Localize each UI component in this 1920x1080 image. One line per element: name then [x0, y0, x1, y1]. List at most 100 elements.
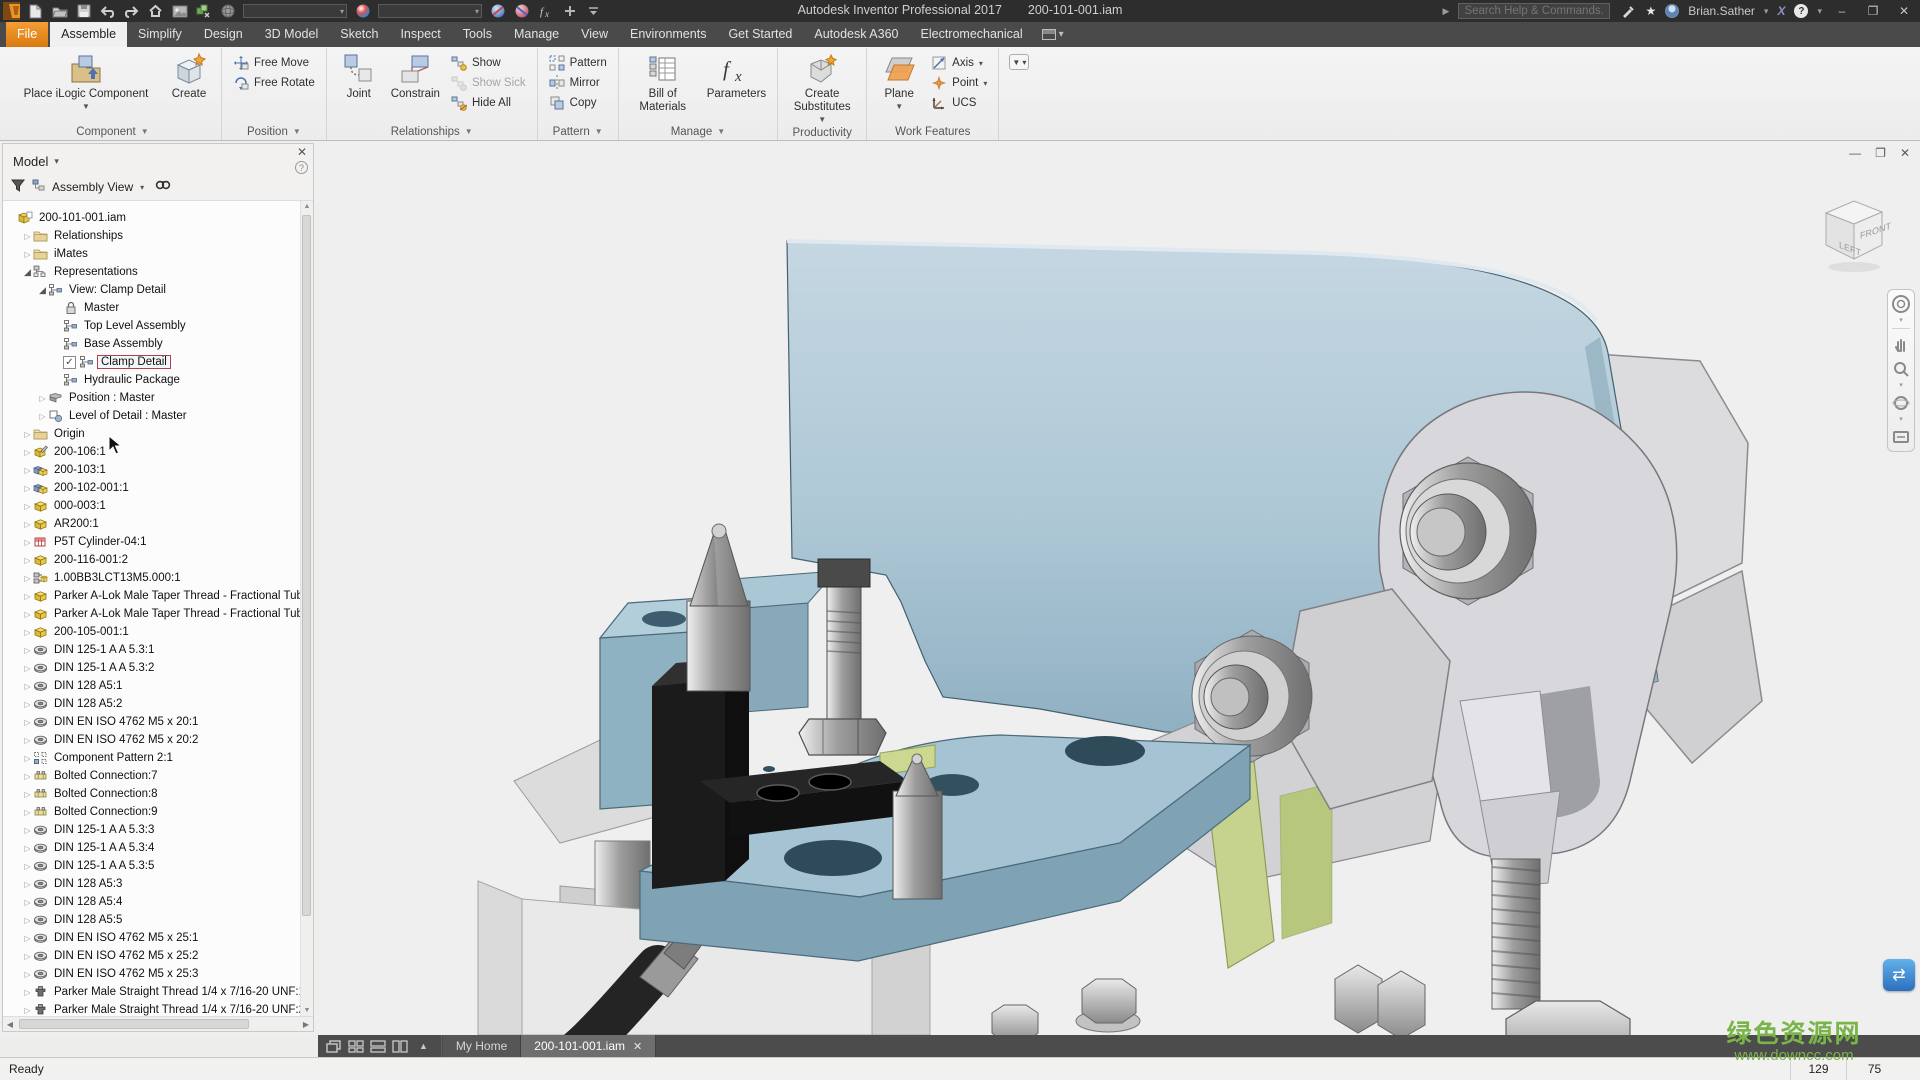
tree-item-label[interactable]: Top Level Assembly [81, 320, 189, 332]
tree-expand-arrow-icon[interactable]: ▷ [22, 466, 33, 475]
tree-item[interactable]: ▷ Parker A-Lok Male Taper Thread - Fracti… [3, 587, 313, 605]
tree-item[interactable]: ▷ DIN 128 A5:2 [3, 695, 313, 713]
navigation-wheel-icon[interactable] [1891, 294, 1911, 314]
tree-expand-arrow-icon[interactable]: ▷ [22, 862, 33, 871]
tree-item[interactable]: ▷ 1.00BB3LCT13M5.000:1 [3, 569, 313, 587]
tree-expand-arrow-icon[interactable]: ▷ [22, 538, 33, 547]
filter-icon[interactable] [11, 179, 25, 195]
tree-vertical-scrollbar[interactable]: ▲ ▼ [300, 201, 313, 1016]
group-label-component[interactable]: Component ▼ [6, 123, 219, 140]
tree-expand-arrow-icon[interactable]: ▷ [22, 628, 33, 637]
tree-item-label[interactable]: DIN EN ISO 4762 M5 x 20:1 [51, 716, 201, 728]
ucs-button[interactable]: UCS [927, 93, 991, 113]
new-file-icon[interactable] [27, 3, 44, 19]
tree-item[interactable]: ▷ 200-106:1 [3, 443, 313, 461]
tree-item[interactable]: ▷ Bolted Connection:8 [3, 785, 313, 803]
tree-expand-arrow-icon[interactable]: ▷ [22, 916, 33, 925]
tree-item[interactable]: ▷ 200-116-001:2 [3, 551, 313, 569]
tree-item[interactable]: ▷ DIN 125-1 A A 5.3:4 [3, 839, 313, 857]
tree-item-label[interactable]: DIN 125-1 A A 5.3:1 [51, 644, 157, 656]
tree-expand-arrow-icon[interactable]: ▷ [22, 718, 33, 727]
tree-item[interactable]: Top Level Assembly [3, 317, 313, 335]
tree-item[interactable]: ▷ 000-003:1 [3, 497, 313, 515]
user-name[interactable]: Brian.Sather [1688, 4, 1755, 18]
browser-close-icon[interactable]: ✕ [297, 145, 307, 159]
doc-close-button[interactable]: ✕ [1900, 146, 1910, 160]
tree-item-label[interactable]: Level of Detail : Master [66, 410, 190, 422]
tree-item-label[interactable]: DIN 125-1 A A 5.3:3 [51, 824, 157, 836]
tree-item[interactable]: ▷ Parker Male Straight Thread 1/4 x 7/16-… [3, 983, 313, 1001]
view-selector-arrow-icon[interactable]: ▾ [140, 183, 144, 192]
tile-horizontal-icon[interactable] [370, 1039, 386, 1053]
tree-item-label[interactable]: Component Pattern 2:1 [51, 752, 176, 764]
tree-item[interactable]: ▷ DIN 128 A5:1 [3, 677, 313, 695]
view-selector-value[interactable]: Assembly View [52, 180, 133, 194]
tree-item-label[interactable]: DIN 125-1 A A 5.3:2 [51, 662, 157, 674]
material-globe-icon[interactable] [219, 3, 236, 19]
doc-minimize-button[interactable]: — [1849, 146, 1861, 160]
tree-item-label[interactable]: 000-003:1 [51, 500, 109, 512]
appearance-combo[interactable] [378, 4, 482, 18]
tree-expand-arrow-icon[interactable]: ▷ [22, 484, 33, 493]
tree-expand-arrow-icon[interactable]: ▷ [22, 826, 33, 835]
tree-item[interactable]: ▷ 200-103:1 [3, 461, 313, 479]
tree-item[interactable]: ▷ Bolted Connection:7 [3, 767, 313, 785]
tree-item-label[interactable]: Bolted Connection:7 [51, 770, 161, 782]
ribbon-tab-manage[interactable]: Manage [503, 22, 570, 47]
tree-expand-arrow-icon[interactable]: ▷ [22, 610, 33, 619]
tree-expand-arrow-icon[interactable]: ▷ [22, 790, 33, 799]
help-menu-arrow-icon[interactable]: ▾ [1817, 6, 1822, 17]
tree-item-label[interactable]: Parker Male Straight Thread 1/4 x 7/16-2… [51, 986, 308, 998]
browser-help-icon[interactable]: ? [295, 161, 308, 174]
group-label-manage[interactable]: Manage ▼ [621, 123, 775, 140]
tree-item-label[interactable]: iMates [51, 248, 91, 260]
tree-item-label[interactable]: DIN 125-1 A A 5.3:4 [51, 842, 157, 854]
tree-item[interactable]: ▷ DIN EN ISO 4762 M5 x 25:2 [3, 947, 313, 965]
tree-item[interactable]: 200-101-001.iam [3, 209, 313, 227]
copy-button[interactable]: Copy [545, 93, 611, 113]
create-button[interactable]: Create [164, 51, 214, 102]
tree-expand-arrow-icon[interactable]: ▷ [22, 502, 33, 511]
tree-item[interactable]: ▷ Bolted Connection:9 [3, 803, 313, 821]
tree-item[interactable]: ▷ Component Pattern 2:1 [3, 749, 313, 767]
tree-expand-arrow-icon[interactable]: ▷ [22, 988, 33, 997]
axis-button[interactable]: Axis ▾ [927, 53, 991, 73]
tree-expand-arrow-icon[interactable]: ▷ [37, 412, 48, 421]
ribbon-tab-autodesk-a360[interactable]: Autodesk A360 [803, 22, 909, 47]
ribbon-tab-environments[interactable]: Environments [619, 22, 717, 47]
view-cube[interactable]: LEFT FRONT [1814, 193, 1892, 282]
tree-item[interactable]: ▷ P5T Cylinder-04:1 [3, 533, 313, 551]
tree-item-label[interactable]: AR200:1 [51, 518, 102, 530]
tree-item[interactable]: ▷ Relationships [3, 227, 313, 245]
wheel-menu-arrow-icon[interactable]: ▾ [1899, 317, 1903, 324]
tree-expand-arrow-icon[interactable]: ▷ [22, 592, 33, 601]
constrain-button[interactable]: Constrain [387, 51, 444, 102]
tree-item-label[interactable]: Parker A-Lok Male Taper Thread - Fractio… [51, 590, 313, 602]
create-substitutes-button[interactable]: Create Substitutes ▼ [785, 51, 859, 126]
tree-item-label[interactable]: Clamp Detail [97, 355, 171, 369]
tree-item[interactable]: ▷ DIN EN ISO 4762 M5 x 20:1 [3, 713, 313, 731]
tree-expand-arrow-icon[interactable]: ◢ [22, 267, 33, 278]
ribbon-tab-sketch[interactable]: Sketch [329, 22, 389, 47]
tree-item-label[interactable]: DIN 128 A5:3 [51, 878, 125, 890]
tree-expand-arrow-icon[interactable]: ▷ [22, 808, 33, 817]
appearance-ball-b-icon[interactable] [513, 3, 530, 19]
tree-item-label[interactable]: DIN 128 A5:2 [51, 698, 125, 710]
tab-overflow-button[interactable]: ▾ [1034, 22, 1072, 47]
appearance-ball-a-icon[interactable] [489, 3, 506, 19]
free-rotate-button[interactable]: Free Rotate [229, 73, 319, 93]
close-button[interactable]: ✕ [1893, 4, 1915, 18]
tree-expand-arrow-icon[interactable]: ▷ [22, 232, 33, 241]
restore-button[interactable]: ❐ [1862, 4, 1884, 18]
tree-item-label[interactable]: Origin [51, 428, 88, 440]
tree-item-label[interactable]: DIN 128 A5:5 [51, 914, 125, 926]
tree-expand-arrow-icon[interactable]: ◢ [37, 285, 48, 296]
group-label-pattern[interactable]: Pattern ▼ [540, 123, 616, 140]
user-menu-arrow-icon[interactable]: ▾ [1764, 6, 1769, 17]
tree-item[interactable]: ▷ DIN 128 A5:4 [3, 893, 313, 911]
tree-item[interactable]: Base Assembly [3, 335, 313, 353]
group-label-relationships[interactable]: Relationships ▼ [329, 123, 535, 140]
ribbon-tab-file[interactable]: File [6, 22, 49, 47]
tree-expand-arrow-icon[interactable]: ▷ [22, 646, 33, 655]
tree-item-label[interactable]: Master [81, 302, 122, 314]
